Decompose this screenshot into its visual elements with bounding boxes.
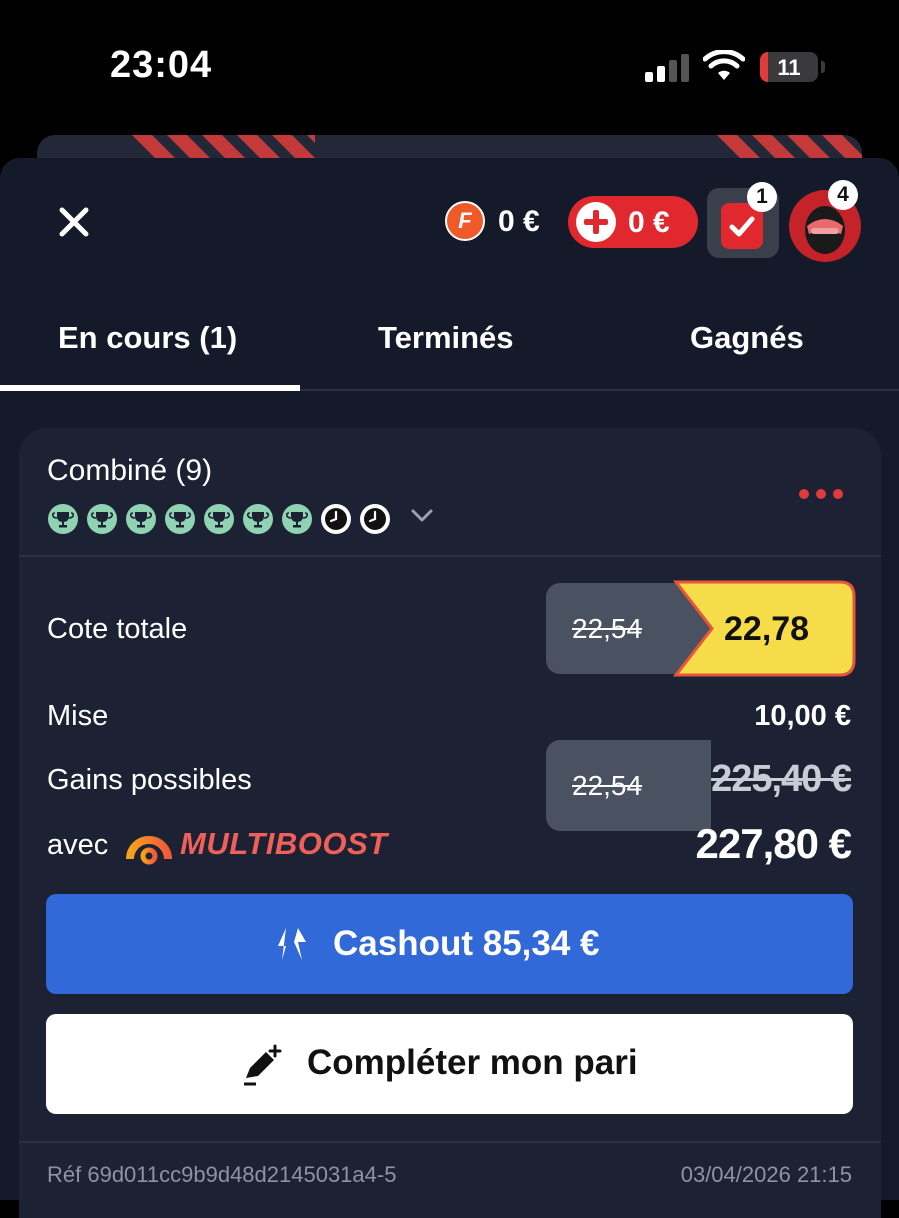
mise-value: 10,00 € <box>754 700 851 732</box>
cote-label: Cote totale <box>47 613 188 645</box>
tab-termines[interactable]: Terminés <box>378 320 514 356</box>
tab-gagnes[interactable]: Gagnés <box>690 320 804 356</box>
chevron-down-icon[interactable] <box>410 508 434 524</box>
cashout-label: Cashout 85,34 € <box>333 924 600 963</box>
cashout-button[interactable]: Cashout 85,34 € <box>46 894 853 994</box>
trophy-icon <box>126 504 156 534</box>
gains-original-value: 225,40 € <box>711 758 852 800</box>
trophy-icon <box>87 504 117 534</box>
more-dots-icon[interactable] <box>799 487 845 501</box>
odds-original: 22,54 <box>546 740 711 831</box>
plus-circle-icon <box>576 202 616 242</box>
bet-date: 03/04/2026 21:15 <box>680 1162 852 1187</box>
trophy-icon <box>243 504 273 534</box>
odds-original-value: 22,54 <box>572 770 643 801</box>
clock-icon <box>321 504 351 534</box>
cellular-signal-icon <box>645 52 689 82</box>
bet-type-label: Combiné (9) <box>47 454 213 487</box>
trophy-icon <box>282 504 312 534</box>
gains-label: Gains possibles <box>47 764 252 796</box>
close-icon[interactable] <box>54 202 94 242</box>
status-time: 23:04 <box>110 44 213 86</box>
odds-boosted-value: 22,78 <box>724 610 810 648</box>
gains-boosted-value: 227,80 € <box>695 820 852 867</box>
profile-notification-badge: 4 <box>828 180 858 210</box>
cashout-icon <box>278 928 306 960</box>
pencil-plus-icon <box>244 1044 282 1086</box>
complete-bet-label: Compléter mon pari <box>307 1043 638 1082</box>
complete-bet-button[interactable]: Compléter mon pari <box>46 1014 853 1114</box>
trophy-icon <box>165 504 195 534</box>
freebet-coin-icon: F <box>445 201 485 241</box>
multiboost-label: MULTIBOOST <box>180 826 388 861</box>
battery-icon: 11 <box>760 52 818 82</box>
odds-original-value: 22,54 <box>572 613 643 644</box>
tab-en-cours[interactable]: En cours (1) <box>58 320 237 356</box>
avec-label: avec <box>47 829 109 861</box>
bet-reference: Réf 69d011cc9b9d48d2145031a4-5 <box>47 1162 397 1187</box>
boost-balance-button[interactable]: 0 € <box>568 196 698 248</box>
clock-icon <box>360 504 390 534</box>
boost-balance: 0 € <box>628 206 670 239</box>
status-bar: 23:04 11 <box>0 0 899 135</box>
betslip-button[interactable]: 1 <box>707 182 779 258</box>
battery-level: 11 <box>777 55 801 80</box>
freebet-balance[interactable]: 0 € <box>498 205 540 239</box>
wifi-icon <box>703 50 745 80</box>
betslip-count-badge: 1 <box>747 182 777 212</box>
mise-label: Mise <box>47 700 109 732</box>
trophy-icon <box>204 504 234 534</box>
trophy-icon <box>48 504 78 534</box>
active-tab-indicator <box>0 385 300 391</box>
multiboost-logo-icon <box>126 836 172 865</box>
